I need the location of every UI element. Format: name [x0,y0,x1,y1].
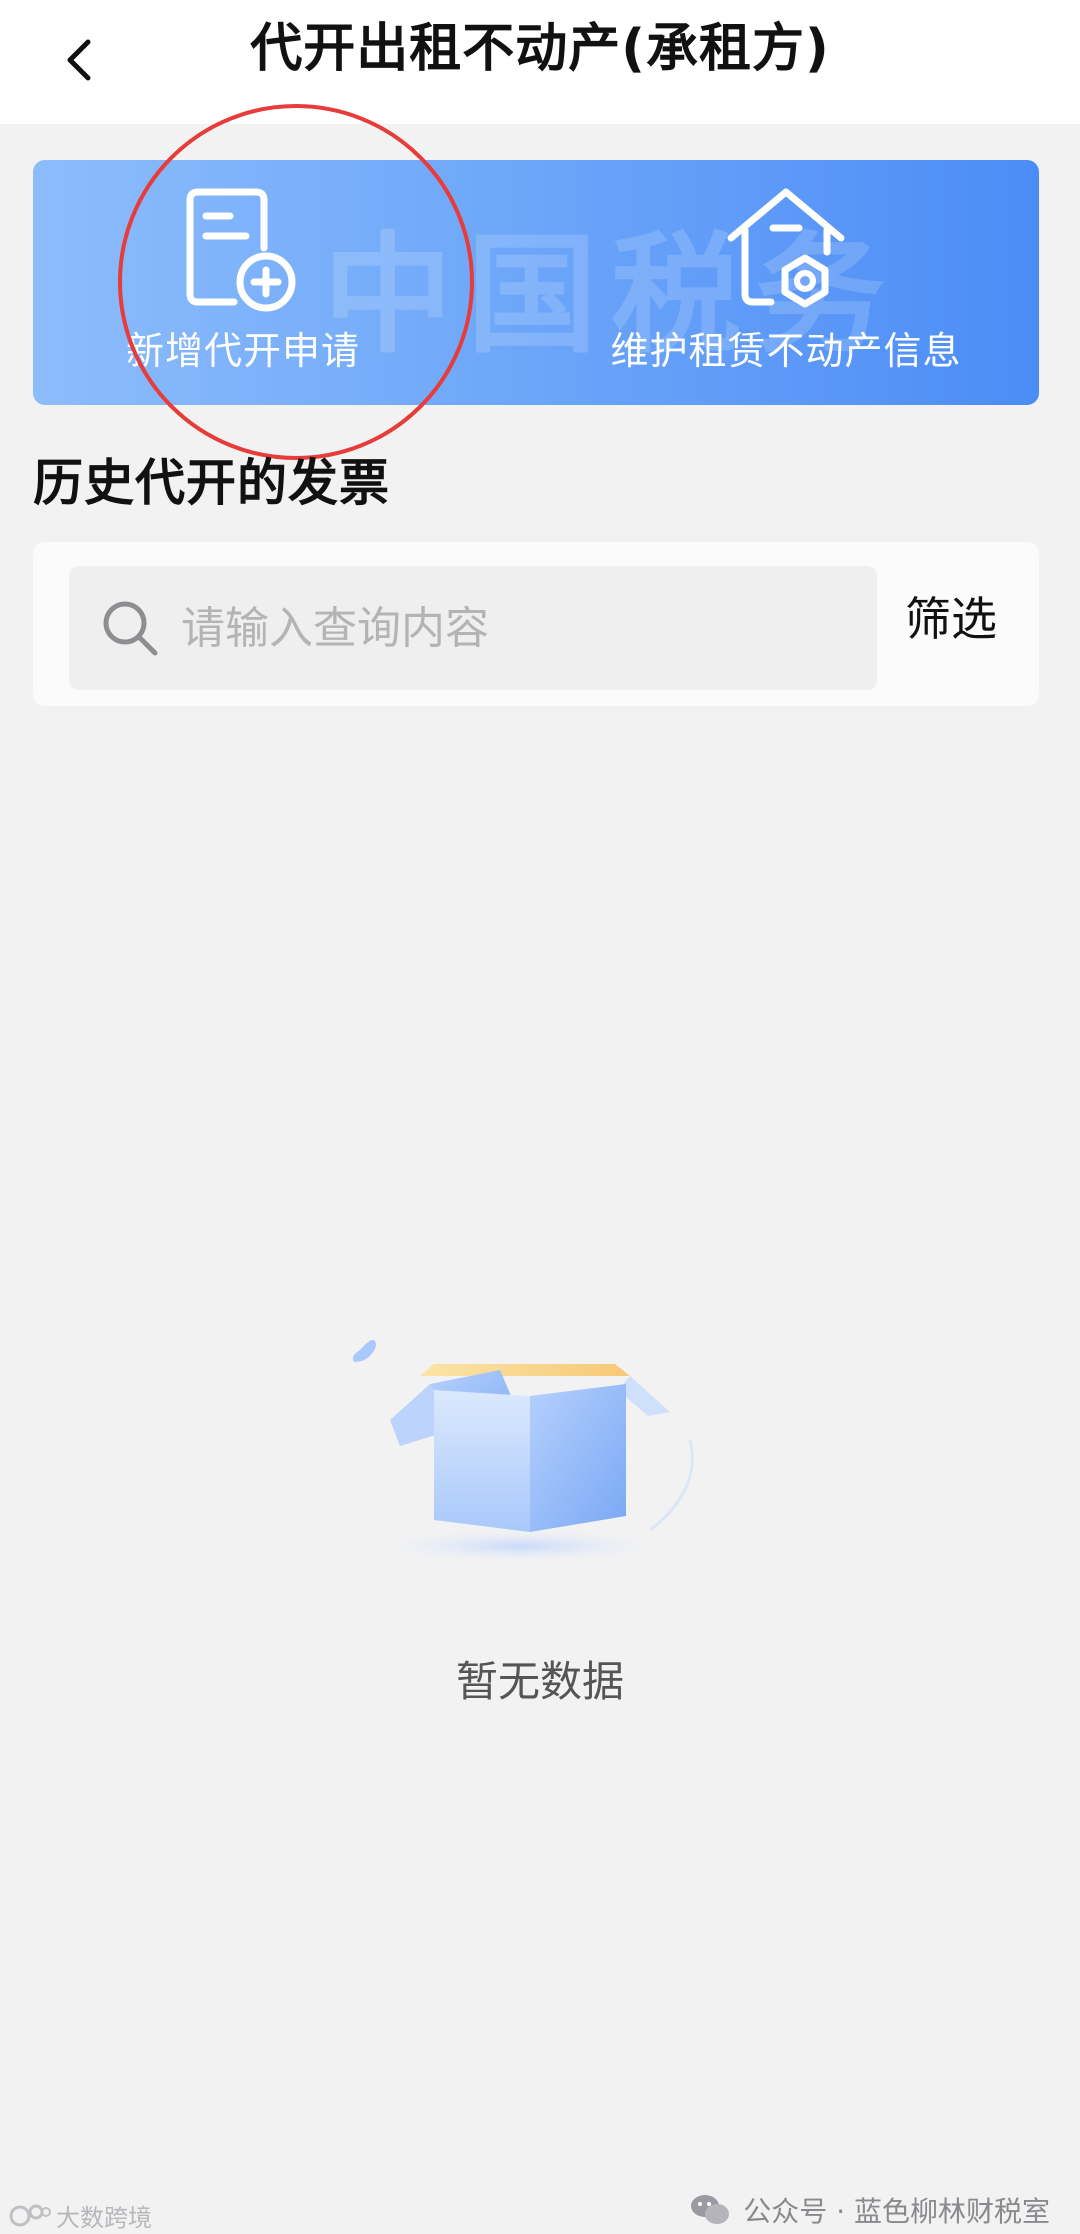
brand-logo-icon [9,2204,51,2226]
search-input[interactable] [179,601,863,655]
top-nav-bar: 代开出租不动产(承租方) [0,0,1080,124]
maintain-rental-property-label: 维护租赁不动产信息 [610,329,962,373]
search-box[interactable] [69,566,877,690]
empty-state-text: 暂无数据 [455,1657,624,1706]
search-icon [103,601,158,656]
document-add-icon [186,188,296,312]
empty-box-icon [352,1339,694,1564]
corner-watermark-text: 大数跨境 [56,2204,152,2232]
corner-watermark: 大数跨境 [8,2198,152,2233]
new-invoice-application-label: 新增代开申请 [125,329,360,373]
house-settings-icon [727,188,845,308]
page-title: 代开出租不动产(承租方) [250,19,830,79]
new-invoice-application-button[interactable]: 新增代开申请 [33,160,453,405]
action-banner: 中国税务 新增代开申请 维护租赁不动产信息 [33,160,1039,405]
footer-watermark-text: 公众号 · 蓝色柳林财税室 [743,2195,1050,2228]
maintain-rental-property-button[interactable]: 维护租赁不动产信息 [533,160,1039,405]
history-invoices-title: 历史代开的发票 [33,454,390,512]
search-card: 筛选 [33,542,1039,706]
footer-watermark: 公众号 · 蓝色柳林财税室 [689,2190,1050,2230]
filter-button[interactable]: 筛选 [905,586,997,652]
wechat-icon [691,2195,730,2224]
